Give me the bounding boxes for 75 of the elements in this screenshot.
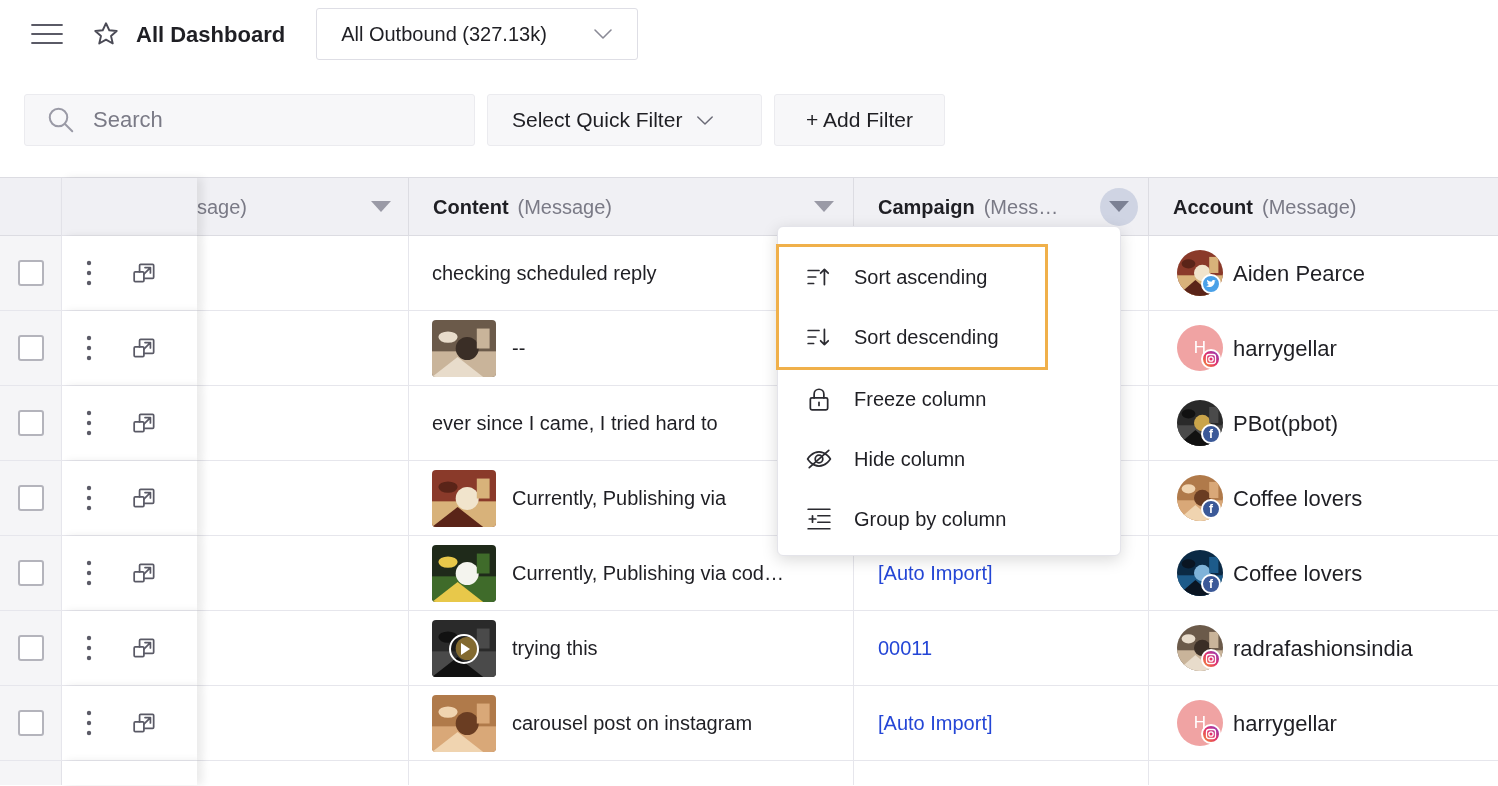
add-filter-button[interactable]: + Add Filter [774, 94, 945, 146]
content-text: Currently, Publishing via [512, 486, 727, 511]
column-header[interactable]: Account (Message) [1148, 178, 1498, 236]
menu-item-label: Freeze column [854, 387, 987, 412]
more-vertical-icon[interactable] [84, 335, 94, 361]
campaign-link[interactable]: 00011 [878, 633, 933, 663]
page-title: All Dashboard [136, 20, 286, 49]
menu-icon[interactable] [30, 22, 64, 46]
more-vertical-icon[interactable] [84, 485, 94, 511]
view-select[interactable]: All Outbound (327.13k) [316, 8, 639, 60]
row-checkbox[interactable] [17, 485, 44, 511]
row-checkbox[interactable] [17, 635, 44, 661]
play-icon[interactable] [448, 632, 480, 665]
menu-item-label: Sort ascending [854, 265, 988, 290]
more-vertical-icon[interactable] [84, 635, 94, 661]
content-text: -- [512, 336, 526, 361]
account-name: Coffee lovers [1233, 559, 1363, 588]
more-vertical-icon[interactable] [84, 560, 94, 586]
more-vertical-icon[interactable] [84, 260, 94, 286]
open-in-new-icon[interactable] [132, 335, 158, 361]
column-menu-button[interactable] [1100, 187, 1138, 226]
account-name: Aiden Pearce [1233, 259, 1366, 288]
triangle-down-icon [1109, 201, 1129, 212]
column-header[interactable]: Content (Message) [408, 178, 853, 236]
search-field[interactable]: Search [24, 94, 475, 146]
open-in-new-icon[interactable] [132, 410, 158, 436]
menu-item[interactable]: Group by column [778, 489, 1120, 549]
content-text: carousel post on instagram [512, 711, 753, 736]
lock-icon [806, 386, 832, 412]
open-in-new-icon[interactable] [132, 485, 158, 511]
chevron-down-icon [696, 114, 715, 126]
column-title: Account [1173, 194, 1253, 220]
column-title: Content [433, 194, 509, 220]
menu-item[interactable]: Freeze column [778, 369, 1120, 429]
row-checkbox[interactable] [17, 710, 44, 736]
chevron-down-icon [593, 28, 614, 40]
menu-item-label: Group by column [854, 507, 1007, 532]
account-name: radrafashionsindia [1233, 634, 1413, 663]
menu-item[interactable]: Hide column [778, 429, 1120, 489]
row-checkbox[interactable] [17, 335, 44, 361]
search-icon [46, 105, 76, 135]
menu-item-label: Hide column [854, 447, 966, 472]
menu-item[interactable]: Sort ascending [779, 247, 1045, 307]
eye-crossed-icon [806, 446, 832, 472]
menu-item[interactable]: Sort descending [779, 307, 1045, 367]
content-text: checking scheduled reply [432, 261, 657, 286]
row-checkbox[interactable] [17, 410, 44, 436]
content-text: trying this [512, 636, 598, 661]
account-name: Coffee lovers [1233, 484, 1363, 513]
campaign-link[interactable]: [Auto Import] [878, 558, 993, 588]
row-checkbox[interactable] [17, 560, 44, 586]
column-qualifier: (Message) [1262, 194, 1357, 220]
triangle-down-icon [814, 201, 834, 212]
column-qualifier: sage) [197, 194, 248, 220]
account-name: PBot(pbot) [1233, 409, 1339, 438]
content-text: Currently, Publishing via cod… [512, 561, 784, 586]
more-vertical-icon[interactable] [84, 710, 94, 736]
indent-list-icon [806, 506, 832, 532]
column-qualifier: (Message) [517, 194, 613, 220]
row-checkbox[interactable] [17, 260, 44, 286]
quick-filter-select[interactable]: Select Quick Filter [487, 94, 762, 146]
open-in-new-icon[interactable] [132, 635, 158, 661]
more-vertical-icon[interactable] [84, 410, 94, 436]
campaign-link[interactable]: [Auto Import] [878, 708, 993, 738]
open-in-new-icon[interactable] [132, 260, 158, 286]
column-qualifier: (Mess… [983, 194, 1059, 220]
column-title: Campaign [878, 194, 975, 220]
account-name: harrygellar [1233, 709, 1337, 738]
triangle-down-icon [371, 201, 391, 212]
content-text: ever since I came, I tried hard to [432, 411, 718, 436]
account-name: harrygellar [1233, 334, 1337, 363]
open-in-new-icon[interactable] [132, 710, 158, 736]
column-header[interactable]: sage) [197, 178, 408, 236]
menu-item-label: Sort descending [854, 325, 999, 350]
open-in-new-icon[interactable] [132, 560, 158, 586]
